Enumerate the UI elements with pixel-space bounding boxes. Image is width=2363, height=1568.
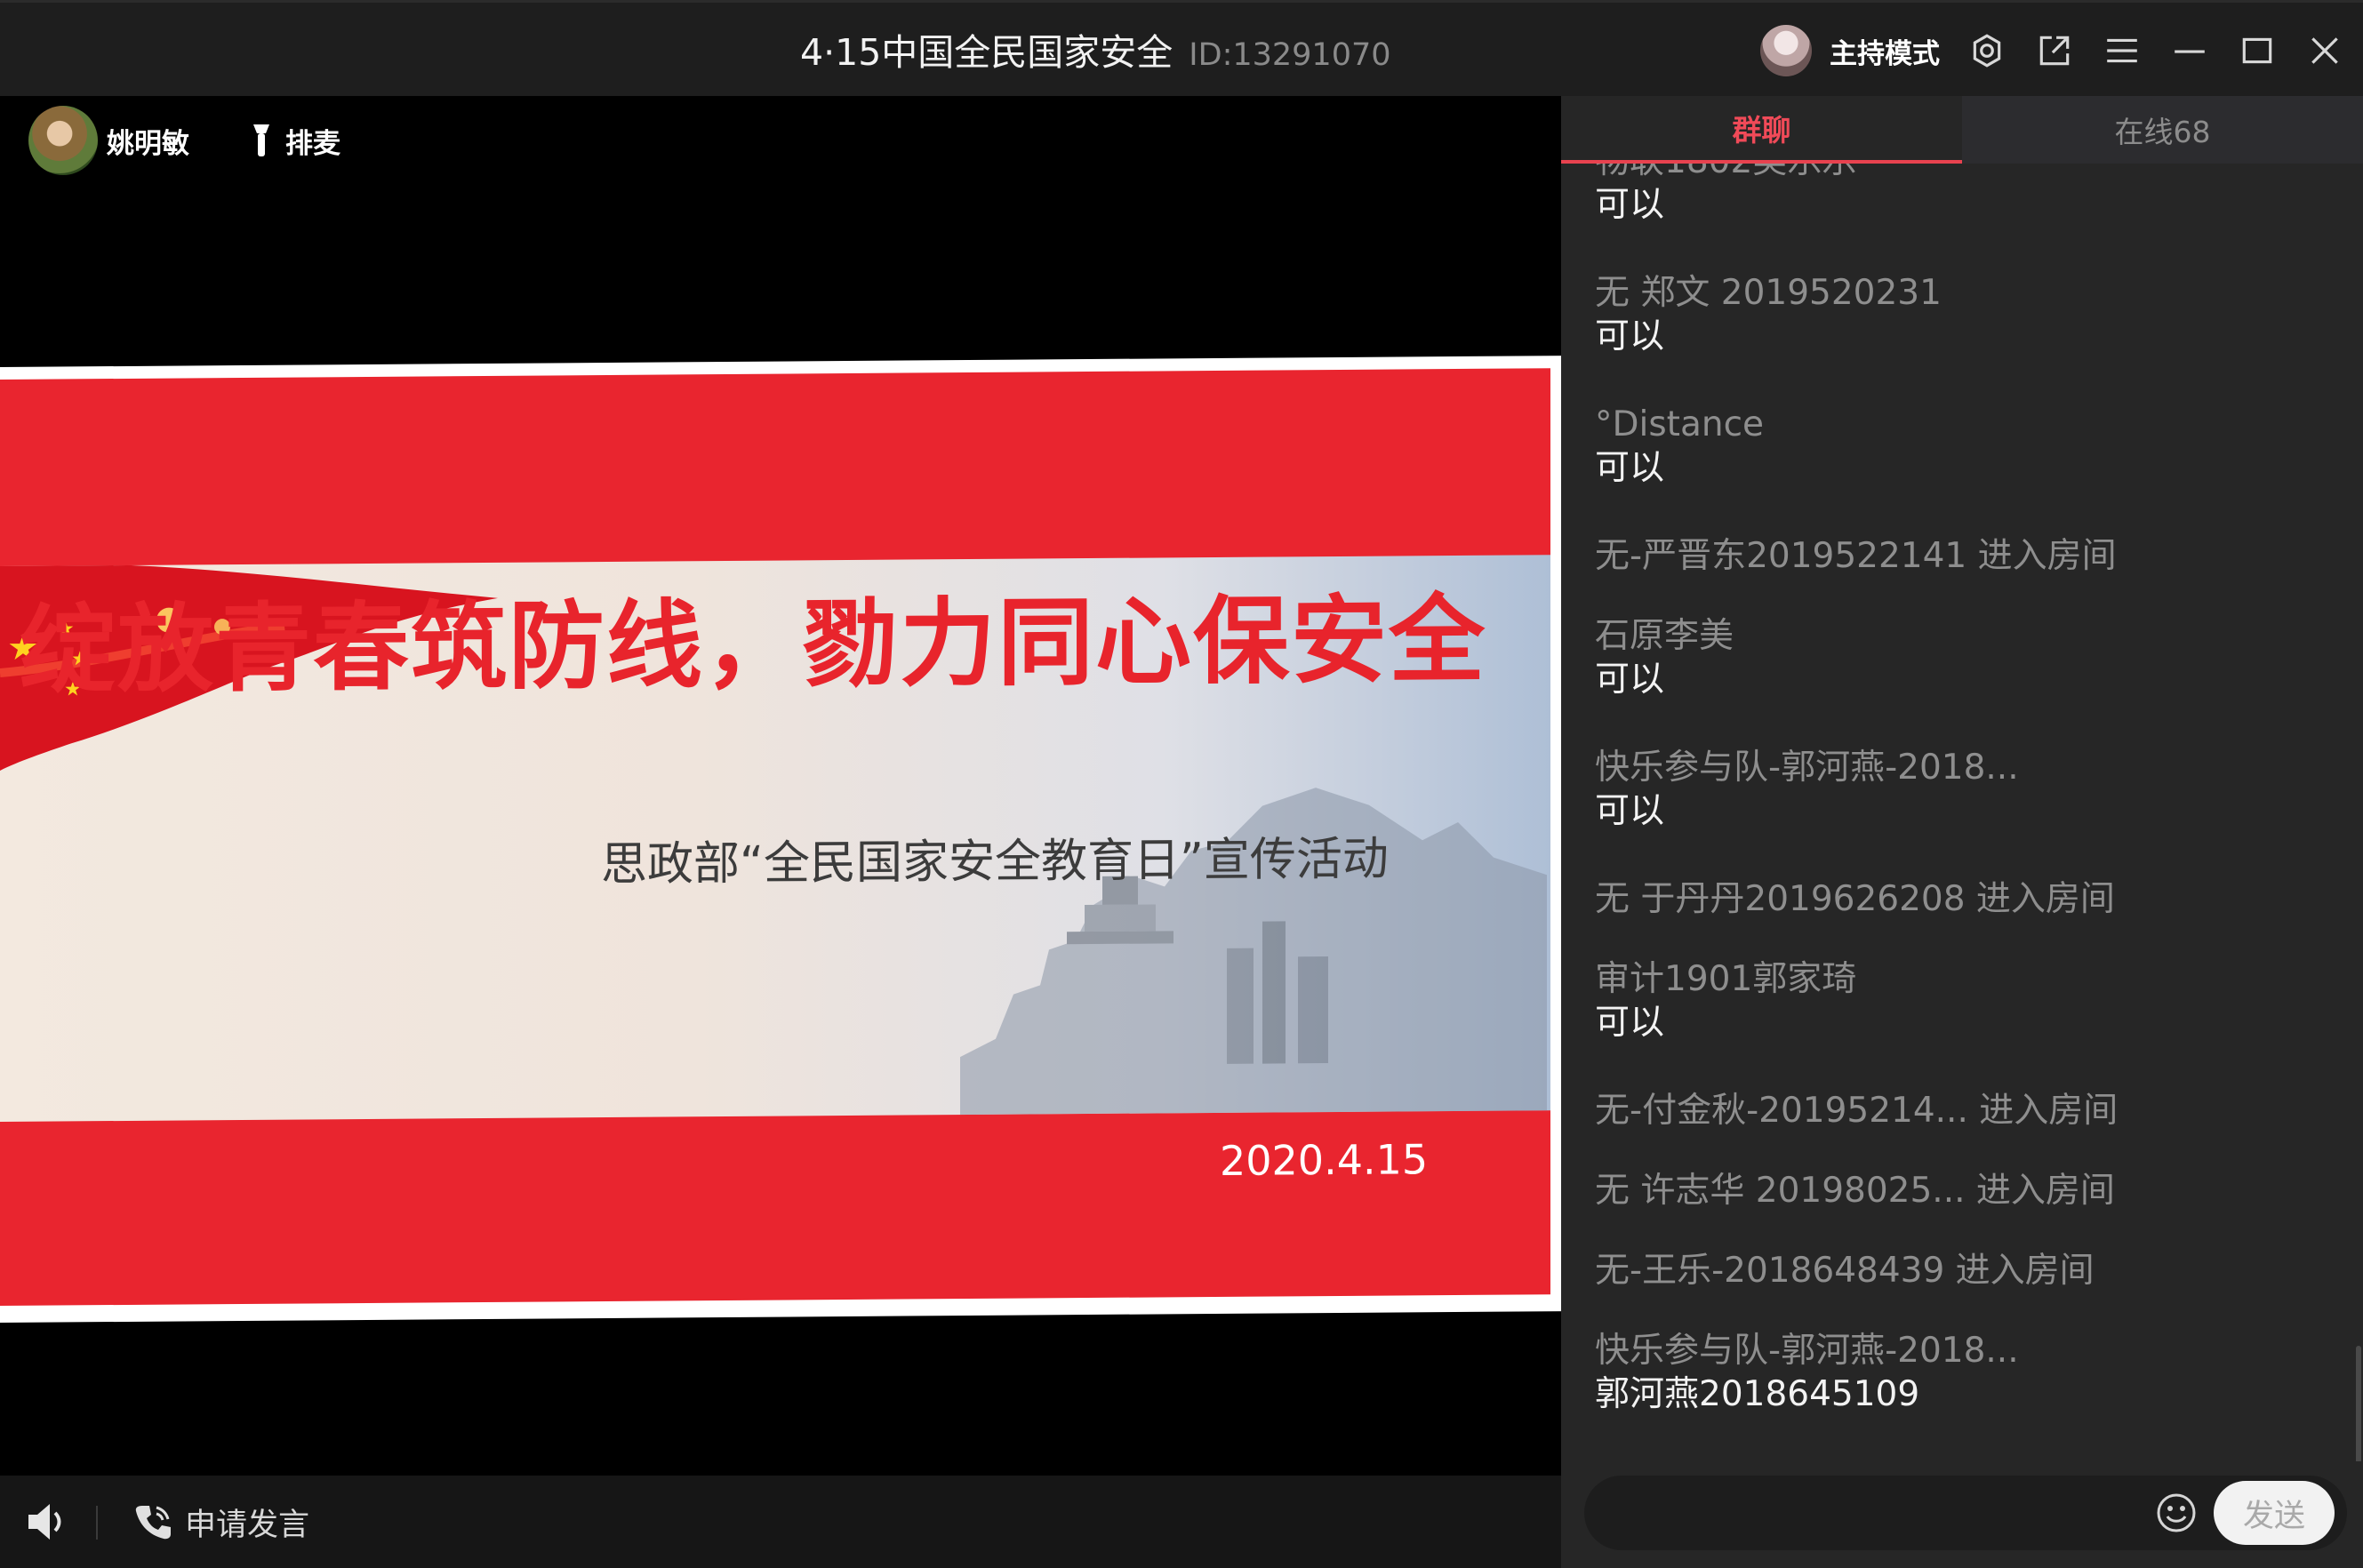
chat-message: 无-严晋东2019522141 进入房间 bbox=[1595, 535, 2117, 578]
speaker-icon[interactable] bbox=[25, 1499, 71, 1545]
chat-message-list: 物联1802樊乐乐 可以 无 郑文 2019520231 可以 °Distanc… bbox=[1561, 164, 2363, 1461]
message-content: 可以 bbox=[1595, 316, 1665, 356]
chat-message: 无-王乐-2018648439 进入房间 bbox=[1595, 1250, 2095, 1292]
slide-subtitle: 思政部“全民国家安全教育日”宣传活动 bbox=[601, 832, 1389, 892]
title-bar-controls: 主持模式 bbox=[1760, 20, 2345, 81]
chat-message: 无 郑文 2019520231 可以 bbox=[1595, 272, 1942, 359]
chat-input[interactable] bbox=[1611, 1486, 2139, 1541]
tab-online-users[interactable]: 在线68 bbox=[1962, 96, 2363, 164]
presenter-name: 姚明敏 bbox=[107, 127, 189, 160]
toolbar-divider bbox=[96, 1506, 98, 1540]
emoji-icon[interactable] bbox=[2155, 1492, 2198, 1534]
user-avatar[interactable] bbox=[1760, 25, 1812, 76]
message-sender: 无-王乐-2018648439 进入房间 bbox=[1595, 1251, 2095, 1291]
send-button[interactable]: 发送 bbox=[2214, 1481, 2335, 1545]
title-bar: 4·15中国全民国家安全 ID:13291070 主持模式 bbox=[0, 0, 2363, 96]
microphone-icon bbox=[253, 124, 269, 156]
message-sender: 石原李美 bbox=[1595, 616, 1734, 656]
message-content: 可以 bbox=[1595, 791, 1665, 831]
chat-message: °Distance 可以 bbox=[1595, 404, 1764, 491]
bottom-toolbar: 申请发言 bbox=[0, 1476, 1561, 1568]
window-title-group: 4·15中国全民国家安全 ID:13291070 bbox=[800, 22, 1391, 76]
chat-message: 快乐参与队-郭河燕-2018... 可以 bbox=[1595, 747, 2019, 834]
message-content: 可以 bbox=[1595, 1003, 1665, 1043]
slide-title: 绽放青春筑防线，勠力同心保安全 bbox=[20, 584, 1487, 707]
chat-message: 无-付金秋-20195214... 进入房间 bbox=[1595, 1090, 2118, 1132]
presenter-avatar[interactable] bbox=[28, 106, 98, 175]
chat-tabs: 群聊 在线68 bbox=[1561, 96, 2363, 164]
message-sender: 无 许志华 20198025... 进入房间 bbox=[1595, 1171, 2115, 1211]
message-sender: 无-付金秋-20195214... 进入房间 bbox=[1595, 1091, 2119, 1131]
message-sender: 物联1802樊乐乐 bbox=[1595, 164, 1856, 183]
maximize-icon[interactable] bbox=[2237, 30, 2278, 71]
message-sender: 快乐参与队-郭河燕-2018... bbox=[1595, 748, 2019, 788]
popout-icon[interactable] bbox=[2034, 30, 2075, 71]
presenter-bar: 姚明敏 排麦 bbox=[28, 105, 340, 176]
message-sender: 无 郑文 2019520231 bbox=[1595, 273, 1942, 313]
apply-speak-button[interactable]: 申请发言 bbox=[133, 1493, 309, 1550]
chat-input-row: 发送 bbox=[1584, 1476, 2347, 1550]
slide-content: ★ ★ ★ ★ 绽放青春筑防线，勠力同心保安全 思政部“全民国家安全教育日”宣传… bbox=[0, 368, 1550, 1306]
chat-message: 无 许志华 20198025... 进入房间 bbox=[1595, 1170, 2115, 1212]
apply-speak-label: 申请发言 bbox=[185, 1507, 310, 1543]
chat-panel: 群聊 在线68 物联1802樊乐乐 可以 无 郑文 2019520231 可以 … bbox=[1561, 96, 2363, 1568]
chat-message: 审计1901郭家琦 可以 bbox=[1595, 958, 1856, 1045]
close-icon[interactable] bbox=[2304, 30, 2345, 71]
chat-message: 石原李美 可以 bbox=[1595, 615, 1734, 702]
minimize-icon[interactable] bbox=[2169, 30, 2210, 71]
phone-icon bbox=[135, 1506, 171, 1540]
window-title: 4·15中国全民国家安全 bbox=[800, 31, 1173, 74]
tab-group-chat[interactable]: 群聊 bbox=[1561, 96, 1962, 164]
message-sender: °Distance bbox=[1595, 404, 1765, 444]
menu-icon[interactable] bbox=[2102, 30, 2143, 71]
chat-message: 无 于丹丹2019626208 进入房间 bbox=[1595, 878, 2115, 921]
room-id: ID:13291070 bbox=[1189, 37, 1391, 73]
mic-queue-label: 排麦 bbox=[285, 127, 340, 160]
message-content: 可以 bbox=[1595, 185, 1665, 225]
message-sender: 快乐参与队-郭河燕-2018... bbox=[1595, 1331, 2019, 1371]
message-content: 郭河燕2018645109 bbox=[1595, 1374, 1920, 1414]
chat-message: 物联1802樊乐乐 可以 bbox=[1595, 164, 1856, 228]
message-sender: 无 于丹丹2019626208 进入房间 bbox=[1595, 879, 2115, 919]
message-content: 可以 bbox=[1595, 660, 1665, 700]
mic-queue-button[interactable]: 排麦 bbox=[248, 121, 340, 161]
message-content: 可以 bbox=[1595, 448, 1665, 488]
host-mode-button[interactable]: 主持模式 bbox=[1830, 31, 1940, 71]
video-area: 姚明敏 排麦 ★ ★ ★ ★ 绽放青春筑防线，勠力同心保安全 思政部“全民国家安… bbox=[0, 96, 1566, 1476]
presentation-slide: ★ ★ ★ ★ 绽放青春筑防线，勠力同心保安全 思政部“全民国家安全教育日”宣传… bbox=[0, 356, 1566, 1324]
settings-icon[interactable] bbox=[1966, 30, 2007, 71]
message-sender: 审计1901郭家琦 bbox=[1595, 959, 1857, 999]
skyline-graphic bbox=[960, 788, 1547, 1116]
message-sender: 无-严晋东2019522141 进入房间 bbox=[1595, 536, 2117, 576]
slide-date: 2020.4.15 bbox=[1220, 1135, 1429, 1185]
chat-scrollbar[interactable] bbox=[2356, 1346, 2361, 1461]
chat-message: 快乐参与队-郭河燕-2018... 郭河燕2018645109 bbox=[1595, 1330, 2019, 1417]
